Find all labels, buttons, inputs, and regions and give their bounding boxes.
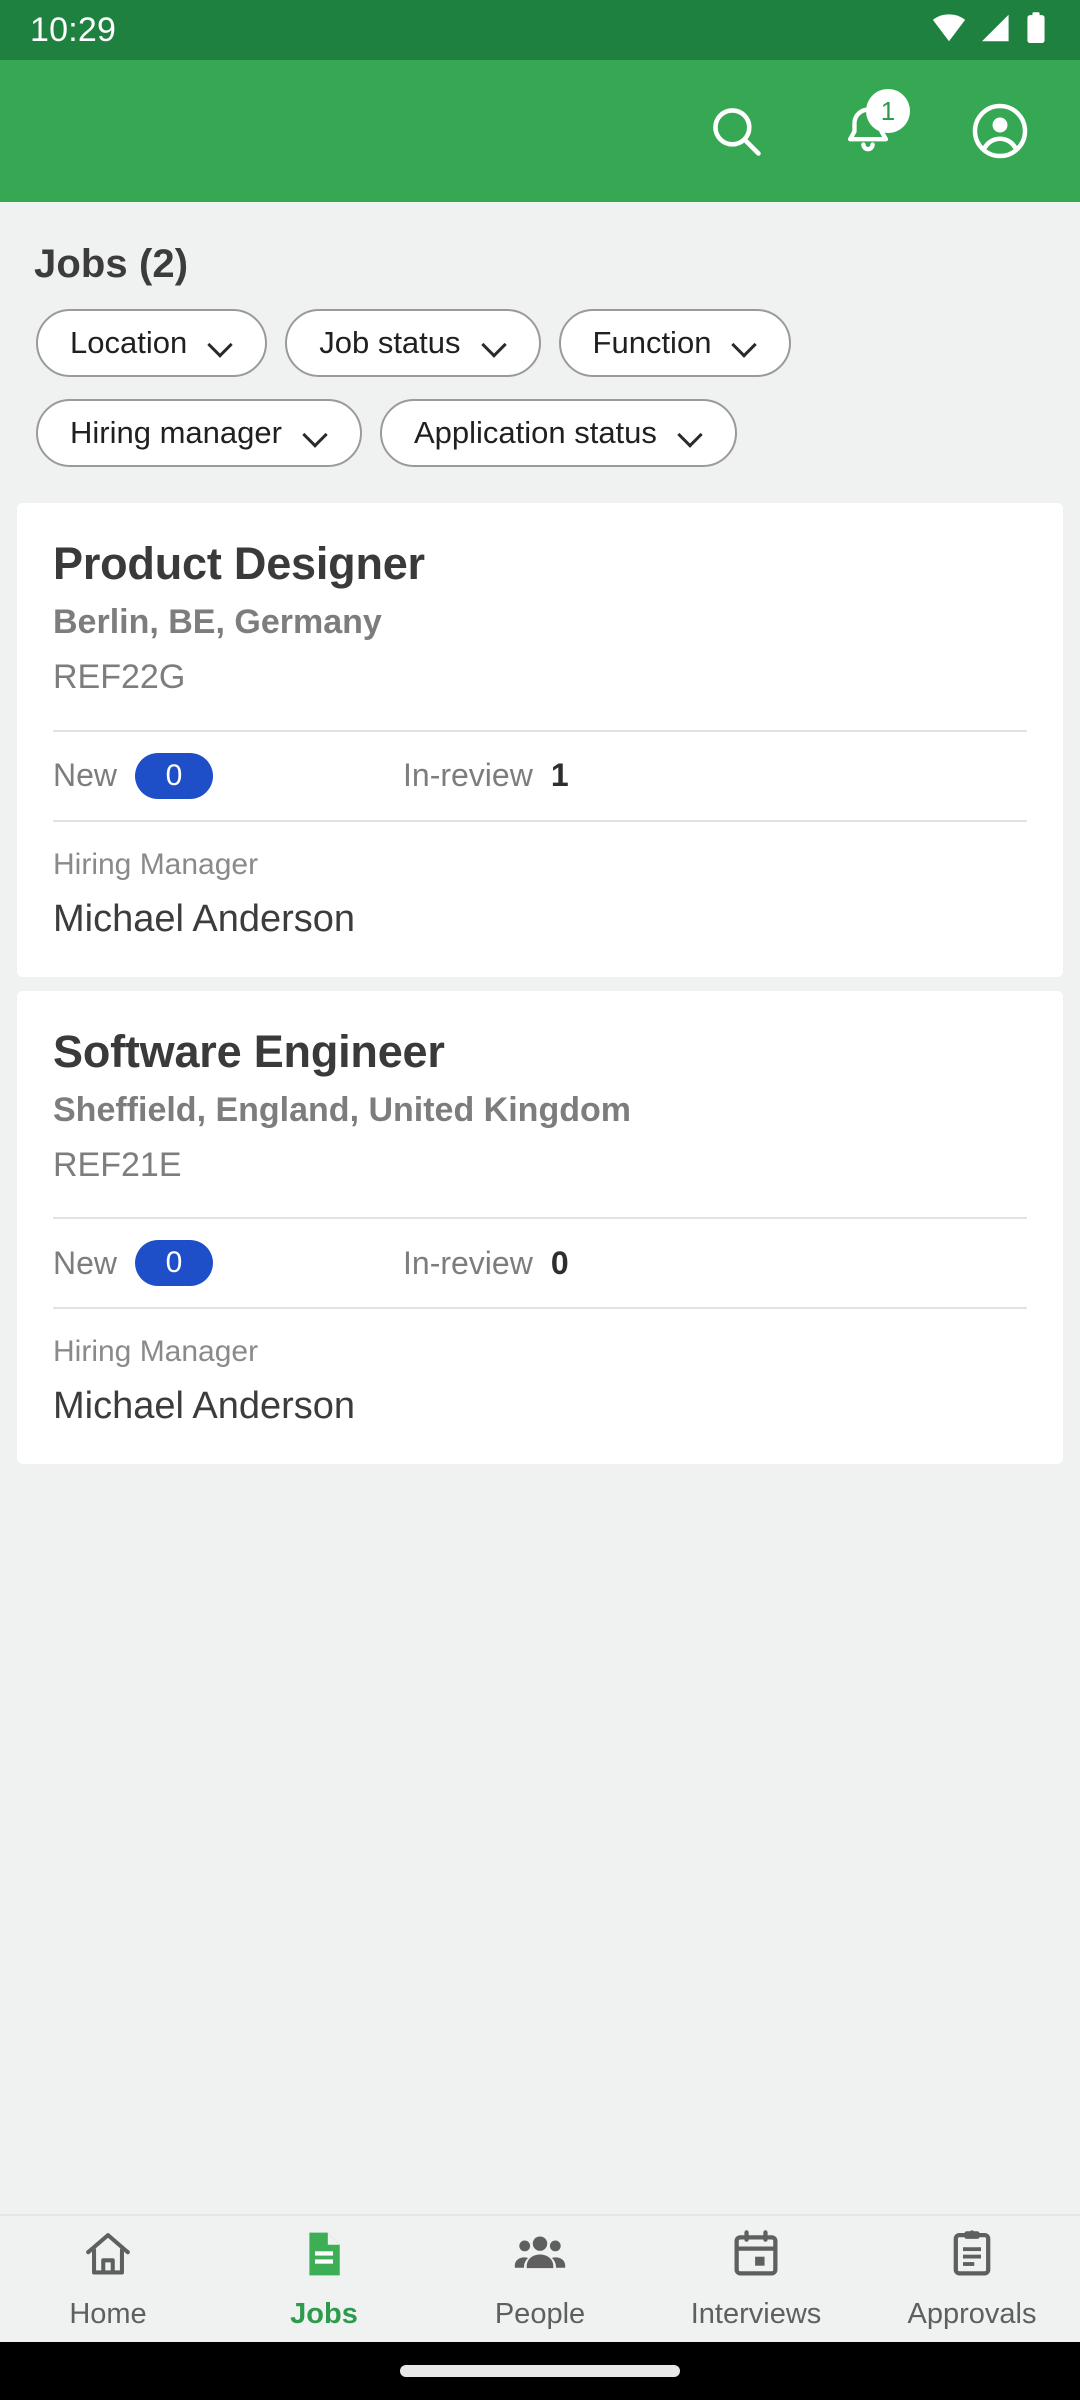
job-title: Product Designer bbox=[53, 538, 425, 589]
hiring-manager-name: Michael Anderson bbox=[53, 897, 356, 940]
content-area: Jobs (2) Location Job status Function Hi… bbox=[0, 202, 1080, 2214]
clipboard-icon bbox=[945, 2227, 999, 2286]
chevron-down-icon bbox=[679, 426, 703, 440]
job-location: Berlin, BE, Germany bbox=[53, 603, 382, 642]
nav-item-jobs[interactable]: Jobs bbox=[216, 2227, 432, 2331]
status-time: 10:29 bbox=[30, 10, 117, 49]
filter-chip-row-1: Location Job status Function bbox=[18, 309, 1080, 399]
battery-icon bbox=[1026, 11, 1046, 49]
stat-new-label: New bbox=[53, 757, 118, 794]
filter-chip-label: Function bbox=[592, 325, 712, 360]
filter-chip-label: Location bbox=[70, 325, 188, 360]
filter-chip-location[interactable]: Location bbox=[36, 309, 268, 377]
filter-chip-hiring-manager[interactable]: Hiring manager bbox=[36, 399, 362, 467]
hiring-manager-label: Hiring Manager bbox=[53, 847, 259, 881]
stat-new-count: 0 bbox=[135, 1240, 214, 1287]
job-title: Software Engineer bbox=[53, 1025, 445, 1077]
stat-new[interactable]: New 0 bbox=[53, 752, 403, 799]
wifi-icon bbox=[932, 13, 966, 47]
search-button[interactable] bbox=[700, 95, 772, 167]
stat-in-review-count: 0 bbox=[550, 1244, 569, 1281]
hiring-manager-block: Hiring Manager Michael Anderson bbox=[17, 1309, 1063, 1464]
hiring-manager-name: Michael Anderson bbox=[53, 1385, 356, 1428]
app-bar: 1 bbox=[0, 60, 1080, 202]
job-location: Sheffield, England, United Kingdom bbox=[53, 1090, 631, 1129]
job-stats-row: New 0 In-review 0 bbox=[53, 1217, 1027, 1310]
stat-in-review-label: In-review bbox=[403, 757, 533, 794]
document-icon bbox=[297, 2227, 351, 2286]
job-card-header: Product Designer Berlin, BE, Germany REF… bbox=[17, 503, 1063, 704]
cellular-signal-icon bbox=[980, 14, 1012, 47]
job-reference: REF22G bbox=[53, 657, 186, 696]
filter-chip-label: Job status bbox=[319, 325, 461, 360]
bottom-navigation: Home Jobs People Interviews Approvals bbox=[0, 2214, 1080, 2342]
hiring-manager-label: Hiring Manager bbox=[53, 1335, 259, 1369]
nav-label: Approvals bbox=[907, 2298, 1037, 2330]
nav-item-home[interactable]: Home bbox=[0, 2227, 216, 2331]
gesture-navigation-bar bbox=[0, 2342, 1080, 2400]
people-icon bbox=[513, 2227, 567, 2286]
notification-badge: 1 bbox=[866, 89, 910, 133]
nav-label: Home bbox=[69, 2298, 147, 2330]
app-screen: 10:29 1 Jobs (2) Location Job status Fun… bbox=[0, 0, 1080, 2400]
stat-new-label: New bbox=[53, 1244, 118, 1281]
filter-chip-row-2: Hiring manager Application status bbox=[18, 399, 1080, 489]
account-button[interactable] bbox=[964, 95, 1036, 167]
stat-new[interactable]: New 0 bbox=[53, 1240, 403, 1287]
chevron-down-icon bbox=[483, 336, 507, 350]
nav-item-people[interactable]: People bbox=[432, 2227, 648, 2331]
stat-in-review-label: In-review bbox=[403, 1244, 533, 1281]
nav-label: People bbox=[494, 2298, 586, 2330]
job-reference: REF21E bbox=[53, 1145, 182, 1184]
status-bar: 10:29 bbox=[0, 0, 1080, 60]
filter-chip-label: Application status bbox=[413, 415, 657, 450]
stat-in-review[interactable]: In-review 1 bbox=[403, 757, 569, 794]
filter-chip-application-status[interactable]: Application status bbox=[379, 399, 737, 467]
nav-item-interviews[interactable]: Interviews bbox=[648, 2227, 864, 2331]
stat-new-count: 0 bbox=[135, 752, 214, 799]
job-card[interactable]: Product Designer Berlin, BE, Germany REF… bbox=[17, 503, 1063, 977]
nav-label: Interviews bbox=[690, 2298, 822, 2330]
stat-in-review-count: 1 bbox=[550, 757, 569, 794]
chevron-down-icon bbox=[209, 336, 233, 350]
page-title: Jobs (2) bbox=[34, 242, 189, 286]
job-stats-row: New 0 In-review 1 bbox=[53, 729, 1027, 822]
nav-label: Jobs bbox=[290, 2298, 358, 2330]
filter-chip-function[interactable]: Function bbox=[558, 309, 792, 377]
chevron-down-icon bbox=[733, 336, 757, 350]
chevron-down-icon bbox=[304, 426, 328, 440]
job-card-header: Software Engineer Sheffield, England, Un… bbox=[17, 991, 1063, 1192]
gesture-handle[interactable] bbox=[400, 2365, 680, 2377]
home-icon bbox=[81, 2227, 135, 2286]
filter-chip-job-status[interactable]: Job status bbox=[285, 309, 541, 377]
status-icons bbox=[932, 11, 1046, 49]
calendar-icon bbox=[729, 2227, 783, 2286]
notifications-button[interactable]: 1 bbox=[832, 89, 910, 167]
filter-chip-label: Hiring manager bbox=[70, 415, 282, 450]
hiring-manager-block: Hiring Manager Michael Anderson bbox=[17, 822, 1063, 977]
filter-chips: Location Job status Function Hiring mana… bbox=[0, 287, 1080, 489]
job-card[interactable]: Software Engineer Sheffield, England, Un… bbox=[17, 990, 1063, 1465]
nav-item-approvals[interactable]: Approvals bbox=[864, 2227, 1080, 2331]
stat-in-review[interactable]: In-review 0 bbox=[403, 1245, 569, 1282]
